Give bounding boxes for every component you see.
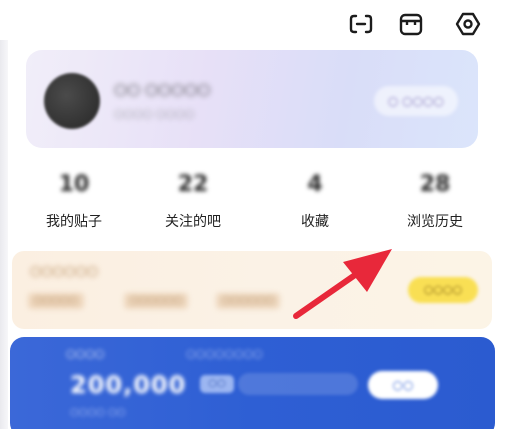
member-tag: ○○○○○○	[124, 293, 189, 309]
stat-label: 收藏	[301, 214, 329, 230]
vip-button[interactable]: ○ ○○○○	[373, 86, 458, 116]
stat-value: 4	[307, 172, 323, 197]
left-edge-shadow	[0, 40, 8, 429]
profile-card[interactable]: ○○ ○○○○○ ○○○○ ○○○○ ○ ○○○○	[26, 50, 478, 148]
user-name: ○○ ○○○○○	[114, 80, 211, 98]
box-icon[interactable]	[395, 8, 427, 40]
stat-value: 28	[419, 172, 451, 197]
stat-label: 我的贴子	[46, 214, 102, 230]
stat-favorites[interactable]: 4 收藏	[255, 168, 375, 231]
member-card[interactable]: ○○○○○○ ○○○○○ ○○○○○○ ○○○○○○ ○○○○	[12, 251, 492, 329]
points-subtitle: ○○○○○○○○	[186, 347, 263, 360]
stats-row: 10 我的贴子 22 关注的吧 4 收藏 28 浏览历史	[8, 168, 498, 238]
points-action-button[interactable]: ○○	[368, 371, 438, 399]
stat-my-posts[interactable]: 10 我的贴子	[14, 168, 134, 231]
avatar[interactable]	[44, 73, 100, 129]
scan-icon[interactable]	[345, 8, 377, 40]
member-tag: ○○○○○	[28, 293, 84, 309]
points-footnote: ○○○○ ○○	[70, 407, 126, 418]
member-tag: ○○○○○○	[216, 293, 281, 309]
top-bar	[0, 0, 507, 50]
stat-value: 22	[177, 172, 209, 197]
stat-label: 浏览历史	[407, 214, 463, 230]
points-card[interactable]: ○○○○ ○○○○○○○○ 200,000 ○○ ○○ ○○○○ ○○	[10, 337, 495, 429]
settings-icon[interactable]	[452, 8, 484, 40]
stat-label: 关注的吧	[165, 214, 221, 230]
points-amount: 200,000	[70, 371, 187, 399]
member-open-button[interactable]: ○○○○	[408, 277, 478, 303]
stat-browse-history[interactable]: 28 浏览历史	[375, 168, 495, 231]
stat-value: 10	[58, 172, 90, 197]
user-subtitle: ○○○○ ○○○○	[114, 107, 195, 120]
profile-page: ○○ ○○○○○ ○○○○ ○○○○ ○ ○○○○ 10 我的贴子 22 关注的…	[0, 0, 507, 429]
stat-followed-bars[interactable]: 22 关注的吧	[133, 168, 253, 231]
points-progress-pill	[238, 373, 358, 395]
points-title: ○○○○	[66, 347, 105, 360]
points-badge: ○○	[200, 375, 234, 393]
member-title: ○○○○○○	[30, 264, 99, 279]
